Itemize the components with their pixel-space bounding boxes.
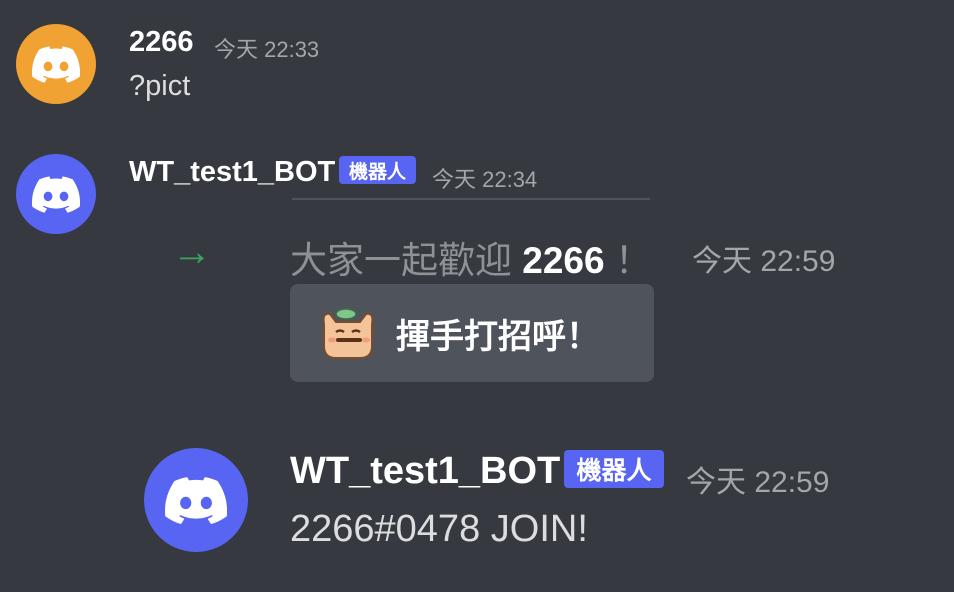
join-arrow-icon: →: [172, 230, 212, 274]
message-content: ?pict: [129, 70, 191, 102]
bot-tag: 機器人: [564, 450, 664, 488]
wave-sticker-icon: [316, 302, 380, 365]
user-avatar[interactable]: [16, 24, 96, 104]
joined-member-name[interactable]: 2266: [522, 240, 604, 281]
wave-button-label: 揮手打招呼！: [396, 317, 600, 356]
wave-button[interactable]: 揮手打招呼！: [290, 284, 654, 382]
message-username[interactable]: 2266: [129, 26, 194, 59]
join-suffix: ！: [614, 240, 652, 281]
message-timestamp: 今天 22:59: [686, 466, 830, 499]
discord-logo-icon: [32, 175, 80, 213]
message-timestamp: 今天 22:33: [214, 37, 320, 62]
system-timestamp: 今天 22:59: [692, 245, 836, 278]
message-username[interactable]: WT_test1_BOT: [129, 156, 335, 189]
bot-tag: 機器人: [339, 156, 416, 184]
system-join-message: 大家一起歡迎 2266 ！: [290, 230, 652, 284]
discord-logo-icon: [165, 476, 227, 524]
message-divider: [292, 198, 650, 200]
message-content: 2266#0478 JOIN!: [290, 508, 588, 550]
join-prefix: 大家一起歡迎: [290, 240, 512, 281]
bot-avatar[interactable]: [144, 448, 248, 552]
discord-logo-icon: [32, 45, 80, 83]
message-timestamp: 今天 22:34: [432, 167, 538, 192]
message-username[interactable]: WT_test1_BOT: [290, 450, 560, 493]
bot-avatar[interactable]: [16, 154, 96, 234]
